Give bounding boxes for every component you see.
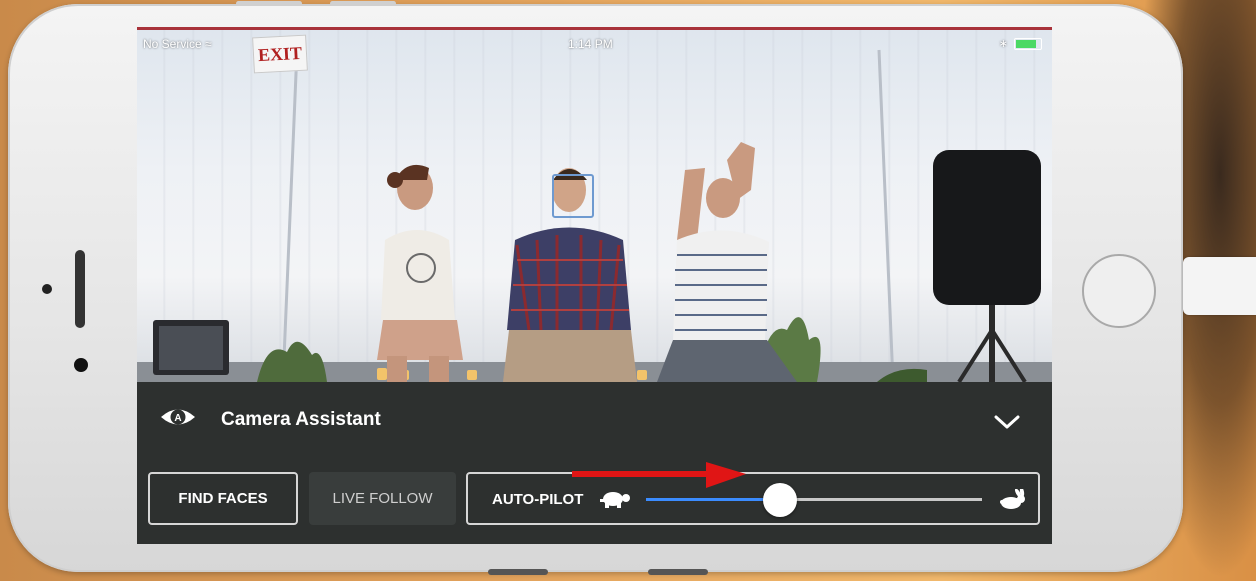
status-time: 1:14 PM [568, 37, 613, 51]
status-carrier: No Service ≈ [143, 37, 212, 51]
autopilot-slider-fill [646, 498, 781, 501]
battery-fill [1016, 39, 1036, 48]
face-detection-box [552, 174, 594, 218]
bluetooth-icon: ∗ [998, 38, 1008, 50]
annotation-arrow [572, 462, 746, 488]
rabbit-icon [1000, 489, 1025, 509]
stage-scene [137, 49, 1052, 382]
camera-assistant-title: Camera Assistant [221, 409, 381, 430]
status-bar: No Service ≈ 1:14 PM ∗ [137, 37, 1052, 53]
eye-icon: A [161, 409, 195, 425]
proximity-sensor [74, 358, 88, 372]
camera-assistant-header[interactable]: A Camera Assistant [137, 382, 1052, 452]
volume-button [236, 1, 302, 6]
svg-text:A: A [174, 413, 181, 424]
autopilot-control: AUTO-PILOT [466, 472, 1040, 525]
home-button[interactable] [1082, 254, 1156, 328]
earpiece-speaker [75, 250, 85, 328]
charging-cable [1183, 257, 1256, 315]
turtle-icon [600, 492, 630, 508]
camera-preview[interactable]: EXIT No Service ≈ 1:14 PM ∗ [137, 27, 1052, 382]
front-camera [42, 284, 52, 294]
autopilot-label: AUTO-PILOT [492, 491, 584, 508]
mount-clip [488, 569, 548, 575]
wifi-icon: ≈ [205, 37, 212, 51]
autopilot-slider-track[interactable] [646, 498, 982, 501]
live-follow-button[interactable]: LIVE FOLLOW [309, 472, 456, 525]
mount-clip [648, 569, 708, 575]
status-right: ∗ [999, 37, 1042, 50]
carrier-label: No Service [143, 37, 202, 51]
chevron-down-icon[interactable] [993, 412, 1021, 432]
battery-icon [1014, 37, 1042, 50]
autopilot-slider-thumb[interactable] [763, 483, 798, 517]
find-faces-button[interactable]: FIND FACES [148, 472, 298, 525]
volume-button [330, 1, 396, 6]
